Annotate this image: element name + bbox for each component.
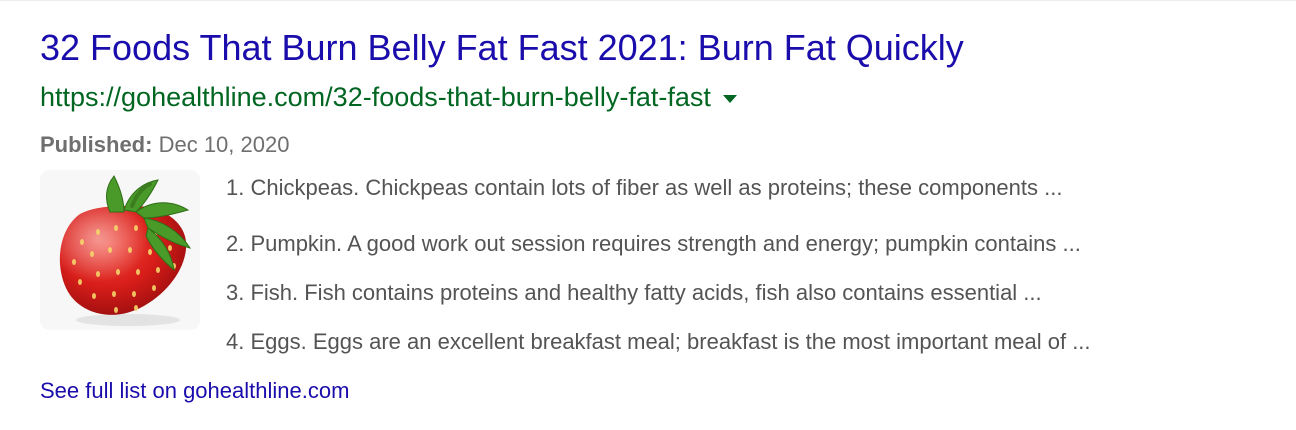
- result-title-link[interactable]: 32 Foods That Burn Belly Fat Fast 2021: …: [40, 26, 1280, 70]
- published-label: Published:: [40, 132, 153, 157]
- list-item: 4. Eggs. Eggs are an excellent breakfast…: [226, 329, 1091, 354]
- result-url-row: https://gohealthline.com/32-foods-that-b…: [40, 80, 1280, 114]
- list-item: 1. Chickpeas. Chickpeas contain lots of …: [226, 175, 1063, 200]
- result-url-link[interactable]: https://gohealthline.com/32-foods-that-b…: [40, 82, 711, 113]
- snippet-list: 1. Chickpeas. Chickpeas contain lots of …: [226, 170, 1091, 366]
- top-divider: [0, 0, 1296, 1]
- result-body: 1. Chickpeas. Chickpeas contain lots of …: [40, 170, 1280, 358]
- published-date: Dec 10, 2020: [158, 132, 290, 157]
- list-item: 2. Pumpkin. A good work out session requ…: [226, 231, 1081, 256]
- see-full-list-link[interactable]: See full list on gohealthline.com: [40, 377, 349, 405]
- strawberry-icon: [40, 170, 200, 330]
- strawberry-image[interactable]: [40, 170, 200, 330]
- published-meta: Published: Dec 10, 2020: [40, 131, 1280, 159]
- search-result: 32 Foods That Burn Belly Fat Fast 2021: …: [40, 26, 1280, 403]
- dropdown-caret-icon[interactable]: [722, 95, 737, 103]
- list-item: 3. Fish. Fish contains proteins and heal…: [226, 280, 1042, 305]
